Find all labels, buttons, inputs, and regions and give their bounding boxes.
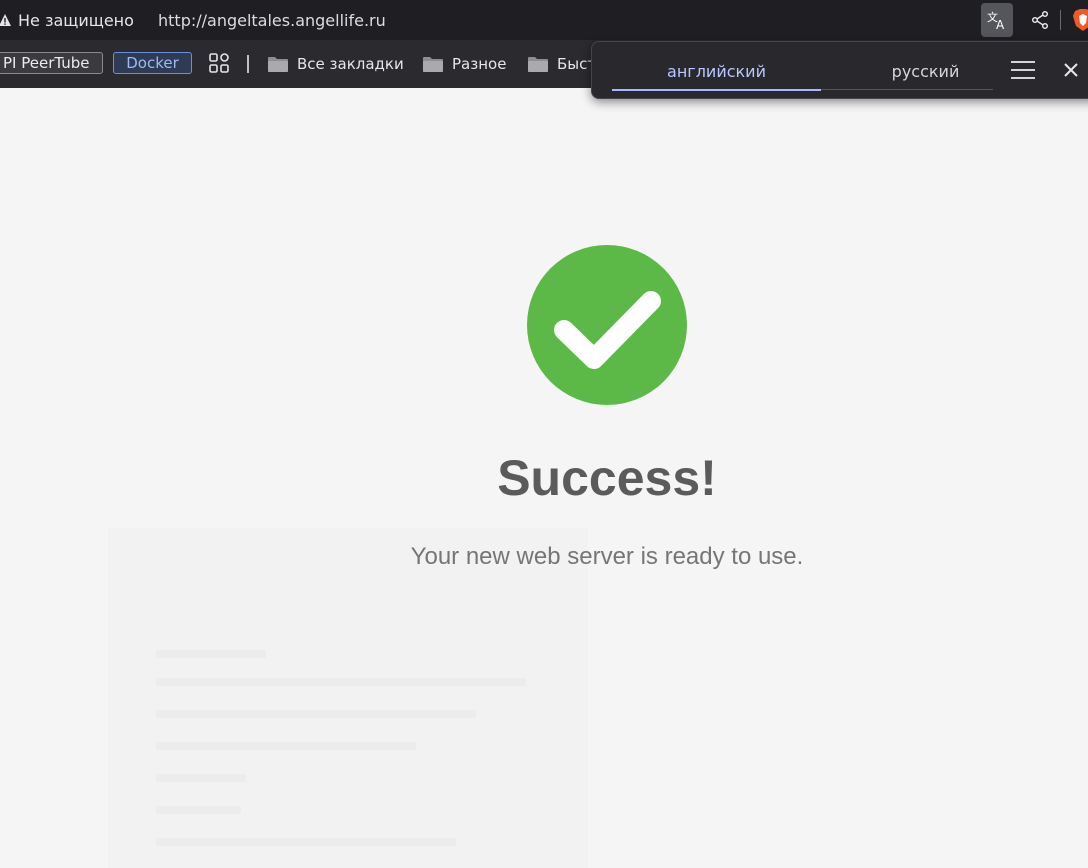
svg-text:A: A bbox=[996, 18, 1005, 31]
translate-button[interactable]: 文 A bbox=[981, 3, 1013, 37]
url-field[interactable]: http://angeltales.angellife.ru bbox=[158, 0, 386, 40]
bookmark-folder-all-label: Все закладки bbox=[297, 55, 404, 73]
bookmark-folder-misc[interactable]: Разное bbox=[422, 40, 506, 88]
share-button[interactable] bbox=[1028, 8, 1052, 32]
translate-popup: английский русский bbox=[591, 41, 1088, 99]
share-icon bbox=[1031, 10, 1049, 30]
bookmark-peertube-label: PI PeerTube bbox=[3, 54, 90, 72]
page-subtitle: Your new web server is ready to use. bbox=[410, 543, 804, 570]
bookmark-peertube[interactable]: PI PeerTube bbox=[0, 52, 103, 74]
bookmark-folder-quick[interactable]: Быст bbox=[527, 40, 596, 88]
close-icon[interactable] bbox=[1062, 61, 1080, 79]
bookmark-docker-label: Docker bbox=[126, 54, 179, 72]
folder-icon bbox=[528, 56, 548, 72]
security-indicator[interactable]: Не защищено bbox=[0, 0, 134, 40]
bookmark-folder-misc-label: Разное bbox=[452, 55, 507, 73]
translate-icon: 文 A bbox=[987, 10, 1005, 31]
toolbar-divider bbox=[1060, 10, 1061, 30]
bookmarks-divider bbox=[247, 55, 249, 73]
active-tab-indicator bbox=[612, 89, 821, 91]
page-title: Success! bbox=[497, 450, 717, 506]
folder-icon bbox=[423, 56, 443, 72]
address-bar: Не защищено http://angeltales.angellife.… bbox=[0, 0, 1088, 40]
security-label: Не защищено bbox=[18, 10, 134, 30]
apps-grid-icon[interactable] bbox=[208, 52, 230, 74]
bookmark-docker[interactable]: Docker bbox=[113, 52, 192, 74]
tab-divider bbox=[821, 89, 993, 90]
warning-icon bbox=[0, 14, 11, 26]
bookmark-folder-all[interactable]: Все закладки bbox=[267, 40, 404, 88]
folder-icon bbox=[268, 56, 288, 72]
tab-target-language[interactable]: русский bbox=[821, 58, 1030, 84]
background-panel bbox=[108, 528, 588, 868]
hamburger-menu-icon[interactable] bbox=[1010, 59, 1036, 81]
brave-shields-button[interactable] bbox=[1072, 8, 1088, 32]
tab-source-language[interactable]: английский bbox=[612, 58, 821, 84]
brave-lion-icon bbox=[1073, 9, 1088, 31]
check-circle-icon bbox=[527, 245, 687, 405]
